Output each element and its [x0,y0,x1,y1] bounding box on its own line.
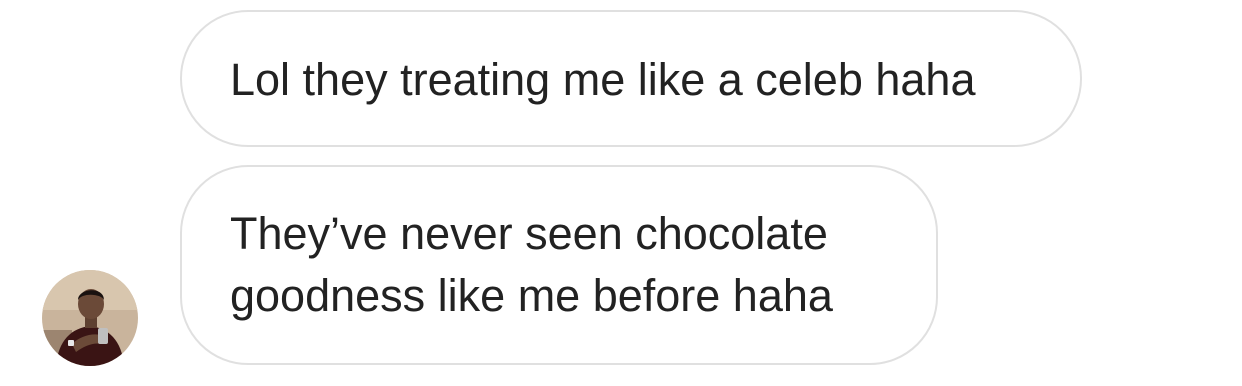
message-text-line-1: They’ve never seen chocolate [230,208,828,259]
message-bubble-received-2[interactable]: They’ve never seen chocolate goodness li… [180,165,938,365]
sender-avatar[interactable] [42,270,138,366]
message-bubble-received-1[interactable]: Lol they treating me like a celeb haha [180,10,1082,147]
message-text-line-2: goodness like me before haha [230,270,833,321]
user-photo-avatar-icon [42,270,138,366]
message-text: Lol they treating me like a celeb haha [230,54,976,105]
